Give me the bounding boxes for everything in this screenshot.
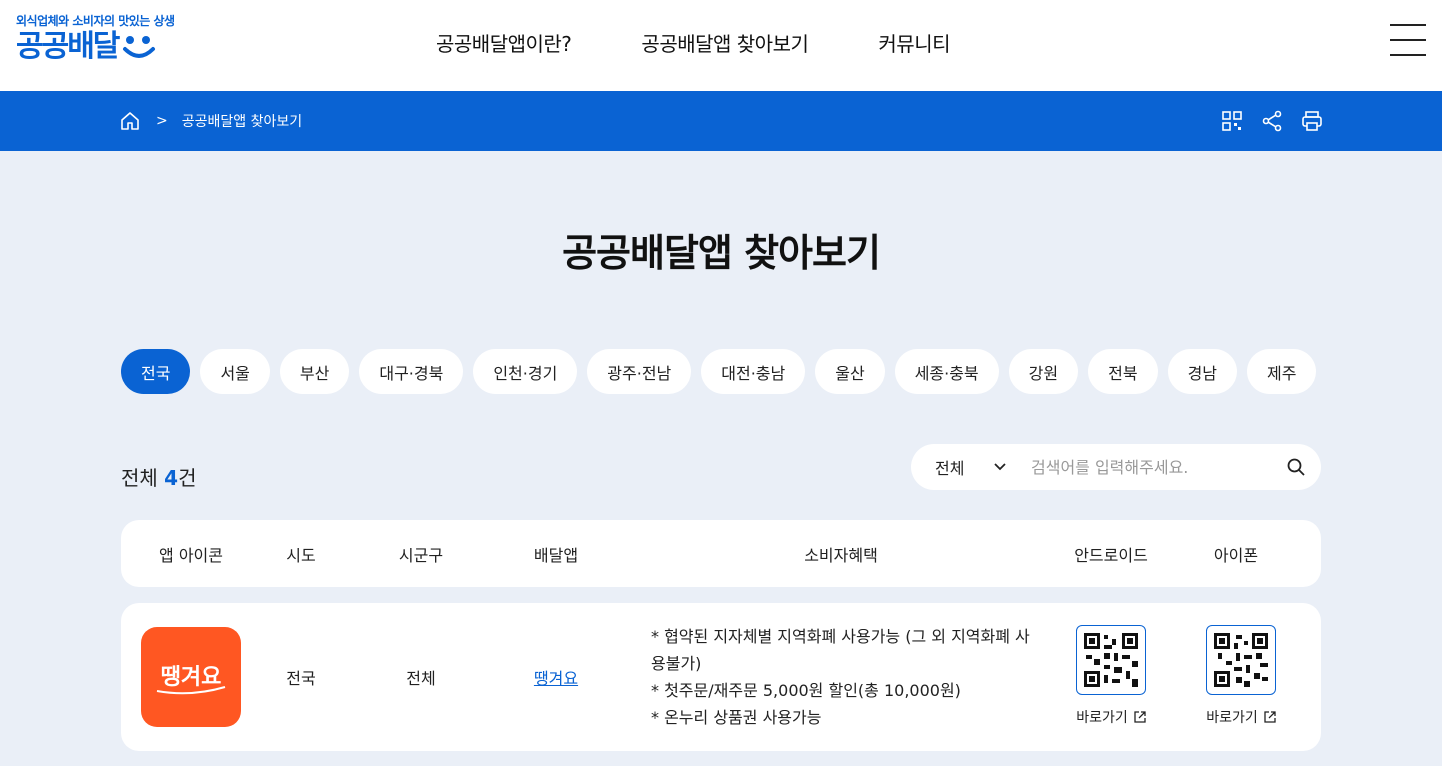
column-header-android: 안드로이드	[1074, 545, 1148, 565]
region-tab-daegu-gyeongbuk[interactable]: 대구·경북	[359, 349, 464, 394]
app-logo-icon: 땡겨요	[156, 665, 226, 695]
cell-app: 땡겨요	[496, 603, 616, 751]
result-count-number: 4	[164, 466, 179, 490]
search-bar: 전체	[911, 444, 1321, 490]
app-link[interactable]: 땡겨요	[534, 665, 578, 689]
result-count-prefix: 전체	[121, 466, 165, 490]
nav-item-find-apps[interactable]: 공공배달앱 찾아보기	[641, 28, 808, 57]
region-tab-jeonbuk[interactable]: 전북	[1088, 349, 1158, 394]
region-tab-gangwon[interactable]: 강원	[1008, 349, 1079, 394]
column-header-sido: 시도	[286, 545, 316, 565]
search-button[interactable]	[1271, 444, 1321, 490]
benefit-item: * 온누리 상품권 사용가능	[651, 708, 822, 727]
main-nav: 공공배달앱이란? 공공배달앱 찾아보기 커뮤니티	[436, 28, 950, 57]
logo-text: 공공배달	[16, 29, 120, 64]
column-header-app-icon: 앱 아이콘	[159, 545, 223, 565]
table-header: 앱 아이콘 시도 시군구 배달앱 소비자혜택 안드로이드 아이폰	[121, 520, 1321, 587]
page-title: 공공배달앱 찾아보기	[562, 231, 881, 275]
android-link[interactable]: 바로가기	[1076, 707, 1146, 727]
svg-text:땡겨요: 땡겨요	[161, 665, 222, 690]
home-icon[interactable]	[120, 111, 140, 131]
qr-code-icon[interactable]	[1220, 109, 1244, 133]
ios-link[interactable]: 바로가기	[1206, 707, 1276, 727]
region-tab-sejong-chungbuk[interactable]: 세종·충북	[894, 349, 999, 394]
ios-qr-code[interactable]	[1206, 625, 1276, 695]
region-tab-incheon-gyeonggi[interactable]: 인천·경기	[473, 349, 578, 394]
android-qr-code[interactable]	[1076, 625, 1146, 695]
ios-link-label: 바로가기	[1206, 710, 1258, 726]
search-category-value: 전체	[935, 459, 965, 478]
chevron-right-icon: >	[156, 113, 168, 129]
result-count-suffix: 건	[178, 466, 197, 490]
search-category-select[interactable]: 전체	[911, 455, 1031, 479]
search-input[interactable]	[1031, 457, 1271, 477]
column-header-sigungu: 시군구	[398, 545, 444, 565]
android-link-label: 바로가기	[1076, 710, 1128, 726]
search-icon	[1287, 458, 1305, 476]
external-link-icon	[1134, 711, 1146, 723]
region-tab-ulsan[interactable]: 울산	[815, 349, 885, 394]
column-header-app: 배달앱	[533, 545, 579, 565]
external-link-icon	[1264, 711, 1276, 723]
print-icon[interactable]	[1300, 109, 1324, 133]
column-header-iphone: 아이폰	[1213, 545, 1259, 565]
page-tools	[1220, 109, 1340, 133]
ios-download: 바로가기	[1196, 625, 1286, 727]
app-icon: 땡겨요	[141, 627, 241, 727]
region-tab-seoul[interactable]: 서울	[200, 349, 270, 394]
region-tab-busan[interactable]: 부산	[279, 349, 350, 394]
menu-icon[interactable]	[1390, 24, 1426, 56]
benefit-item: * 첫주문/재주문 5,000원 할인(총 10,000원)	[651, 681, 961, 700]
column-header-benefits: 소비자혜택	[804, 545, 878, 565]
nav-item-community[interactable]: 커뮤니티	[878, 28, 950, 57]
region-tab-jeju[interactable]: 제주	[1247, 349, 1317, 394]
table-row: 땡겨요 전국 전체 땡겨요 * 협약된 지자체별 지역화폐 사용가능 (그 외 …	[121, 603, 1321, 751]
chevron-down-icon	[994, 463, 1007, 471]
cell-sigungu: 전체	[406, 669, 436, 688]
benefit-item: * 협약된 지자체별 지역화폐 사용가능 (그 외 지역화폐 사용불가)	[651, 627, 1030, 673]
nav-item-about[interactable]: 공공배달앱이란?	[436, 28, 572, 57]
region-tab-nationwide[interactable]: 전국	[121, 349, 191, 394]
breadcrumb: > 공공배달앱 찾아보기	[120, 91, 302, 151]
result-count: 전체 4건	[121, 462, 197, 491]
cell-benefits: * 협약된 지자체별 지역화폐 사용가능 (그 외 지역화폐 사용불가) * 첫…	[651, 623, 1031, 731]
region-tabs: 전국 서울 부산 대구·경북 인천·경기 광주·전남 대전·충남 울산 세종·충…	[121, 349, 1317, 394]
site-header: 외식업체와 소비자의 맛있는 상생 공공배달 공공배달앱이란? 공공배달앱 찾아…	[0, 0, 1442, 91]
breadcrumb-bar: > 공공배달앱 찾아보기	[0, 91, 1442, 151]
site-logo[interactable]: 외식업체와 소비자의 맛있는 상생 공공배달	[16, 12, 175, 63]
android-download: 바로가기	[1066, 625, 1156, 727]
share-icon[interactable]	[1260, 109, 1284, 133]
qr-code-icon	[1214, 633, 1268, 687]
breadcrumb-current: 공공배달앱 찾아보기	[181, 114, 303, 130]
region-tab-gwangju-jeonnam[interactable]: 광주·전남	[587, 349, 692, 394]
cell-sido: 전국	[286, 669, 316, 688]
logo-tagline: 외식업체와 소비자의 맛있는 상생	[16, 14, 175, 28]
region-tab-daejeon-chungnam[interactable]: 대전·충남	[701, 349, 806, 394]
logo-mark-icon	[123, 36, 156, 58]
qr-code-icon	[1084, 633, 1138, 687]
region-tab-gyeongnam[interactable]: 경남	[1167, 349, 1238, 394]
